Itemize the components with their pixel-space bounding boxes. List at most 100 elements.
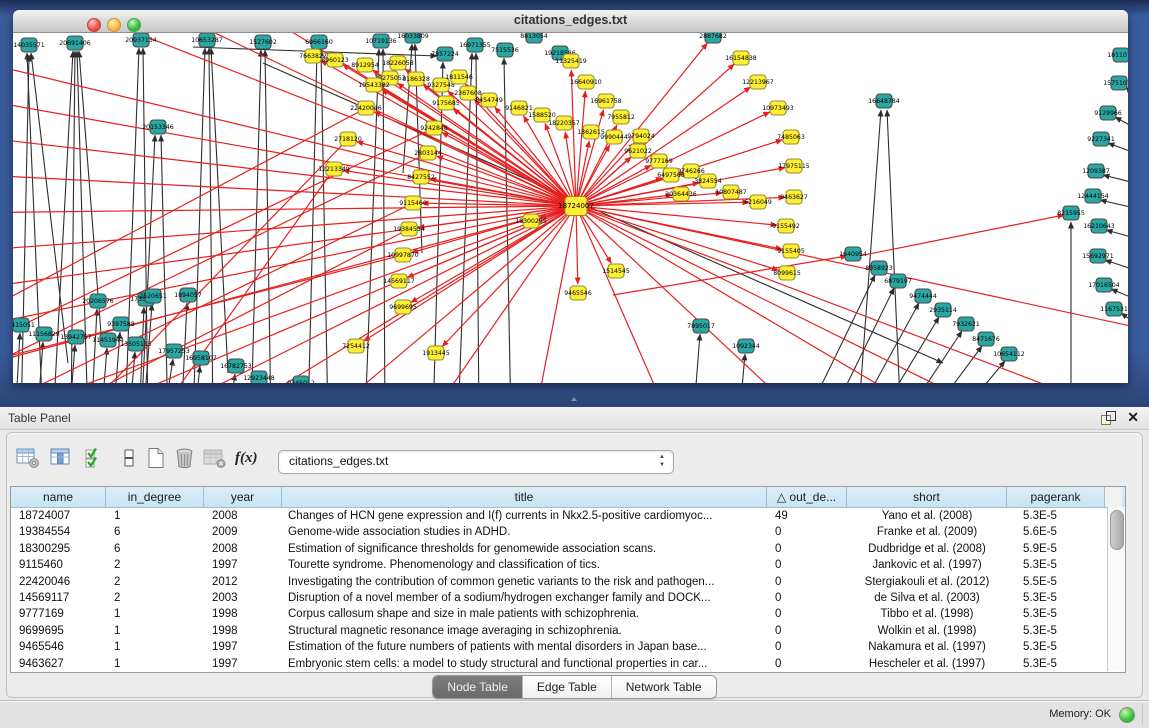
graph-node-label: 19384554: [393, 226, 425, 233]
table-cell: 0: [767, 524, 847, 540]
graph-node-label: 18226058: [382, 60, 414, 67]
status-bar: Memory: OK: [0, 700, 1149, 728]
graph-node-label: 12923448: [243, 375, 275, 382]
table-row[interactable]: 1830029562008Estimation of significance …: [11, 541, 1125, 557]
node-table-body: 1872400712008Changes of HCN gene express…: [11, 508, 1125, 672]
graph-edge: [1106, 230, 1128, 238]
column-header-year[interactable]: year: [204, 487, 282, 507]
table-select-dropdown[interactable]: citations_edges.txt ▲▼: [278, 450, 674, 474]
table-cell: 5.3E-5: [1007, 606, 1105, 622]
graph-node-label: 10654112: [993, 351, 1025, 358]
graph-node-label: 9155492: [772, 223, 800, 230]
table-row[interactable]: 946554611997Estimation of the future num…: [11, 639, 1125, 655]
column-header-pagerank[interactable]: pagerank: [1007, 487, 1105, 507]
tab-edge-table[interactable]: Edge Table: [523, 676, 612, 698]
function-builder-icon[interactable]: f(x): [235, 449, 265, 475]
float-panel-icon[interactable]: [1101, 411, 1115, 424]
graph-node-label: 3824554: [694, 178, 722, 185]
close-panel-icon[interactable]: ✕: [1127, 409, 1139, 426]
table-settings-icon[interactable]: [16, 447, 42, 473]
delete-table-icon[interactable]: [203, 447, 229, 473]
graph-node-label: 1894057: [174, 292, 202, 299]
graph-edge: [1105, 260, 1128, 270]
graph-node-label: 9474444: [909, 293, 937, 300]
graph-edge: [13, 53, 576, 206]
table-cell: 9465546: [11, 639, 106, 655]
column-header-in_degree[interactable]: in_degree: [106, 487, 204, 507]
graph-node-label: 17016504: [1088, 282, 1120, 289]
graph-node-label: 9242848: [420, 125, 448, 132]
network-window-titlebar[interactable]: citations_edges.txt: [13, 10, 1128, 33]
graph-node-label: 8454749: [475, 97, 503, 104]
column-header-short[interactable]: short: [847, 487, 1007, 507]
table-row[interactable]: 1938455462009Genome-wide association stu…: [11, 524, 1125, 540]
graph-node-label: 9465546: [564, 290, 592, 297]
graph-node-label: 8099615: [773, 270, 801, 277]
new-file-icon[interactable]: [145, 447, 171, 473]
table-tabs: Node TableEdge TableNetwork Table: [0, 675, 1149, 699]
table-row[interactable]: 969969511998Structural magnetic resonanc…: [11, 623, 1125, 639]
graph-node-label: 9155405: [777, 248, 805, 255]
graph-node-label: 16033809: [397, 33, 429, 40]
graph-node-label: 2367608: [454, 90, 482, 97]
graph-node-label: 1527602: [249, 39, 277, 46]
column-header-title[interactable]: title: [282, 487, 767, 507]
graph-node-label: 15692971: [1082, 253, 1114, 260]
graph-node-label: 18724007: [558, 202, 594, 210]
column-header-out_de[interactable]: △ out_de...: [767, 487, 847, 507]
row-height-icon[interactable]: [118, 447, 144, 473]
table-row[interactable]: 911546021997Tourette syndrome. Phenomeno…: [11, 557, 1125, 573]
graph-edge: [374, 112, 569, 203]
table-row[interactable]: 1456911722003Disruption of a novel membe…: [11, 590, 1125, 606]
trash-icon[interactable]: [173, 447, 199, 473]
table-cell: 5.5E-5: [1007, 574, 1105, 590]
table-scrollbar-thumb[interactable]: [1110, 510, 1124, 550]
table-cell: 1998: [204, 623, 282, 639]
table-row[interactable]: 1872400712008Changes of HCN gene express…: [11, 508, 1125, 524]
column-visibility-icon[interactable]: [50, 447, 76, 473]
column-header-name[interactable]: name: [11, 487, 106, 507]
graph-node-label: 11451944: [92, 337, 124, 344]
table-scrollbar[interactable]: [1107, 507, 1125, 671]
table-cell: 18300295: [11, 541, 106, 557]
table-row[interactable]: 2242004622012Investigating the contribut…: [11, 574, 1125, 590]
table-cell: 19384554: [11, 524, 106, 540]
graph-node-label: 1811074: [1107, 52, 1128, 59]
tab-network-table[interactable]: Network Table: [612, 676, 716, 698]
graph-edge: [901, 331, 962, 383]
table-cell: Jankovic et al. (1997): [847, 557, 1007, 573]
graph-node-label: 1167531: [1100, 306, 1128, 313]
table-row[interactable]: 977716911998Corpus callosum shape and si…: [11, 606, 1125, 622]
graph-edge: [584, 208, 779, 270]
graph-node-label: 11156829: [28, 331, 60, 338]
table-cell: 1: [106, 639, 204, 655]
graph-node-label: 16782753: [220, 363, 252, 370]
network-window[interactable]: citations_edges.txt 14035571206914062093…: [13, 10, 1128, 383]
table-cell: Franke et al. (2009): [847, 524, 1007, 540]
graph-node-label: 10973493: [762, 105, 794, 112]
panel-splitter-grip[interactable]: [569, 396, 579, 402]
selection-mode-icon[interactable]: [84, 447, 110, 473]
table-cell: Structural magnetic resonance image aver…: [282, 623, 767, 639]
graph-edge: [13, 128, 434, 363]
table-cell: Nakamura et al. (1997): [847, 639, 1007, 655]
network-graph[interactable]: 1403557120691406209371341065328715276026…: [13, 33, 1128, 383]
graph-node-label: 8912954: [351, 62, 379, 69]
table-cell: 5.3E-5: [1007, 590, 1105, 606]
graph-node-label: 7955812: [607, 114, 635, 121]
table-cell: 2003: [204, 590, 282, 606]
network-canvas[interactable]: 1403557120691406209371341065328715276026…: [13, 33, 1128, 383]
graph-node-label: 9175685: [432, 100, 460, 107]
graph-node-label: 16961758: [590, 98, 622, 105]
graph-node-label: 7857224: [431, 51, 459, 58]
graph-node-label: 12213967: [742, 79, 774, 86]
memory-ok-led-icon[interactable]: [1119, 707, 1135, 723]
table-cell: 22420046: [11, 574, 106, 590]
table-row[interactable]: 946362711997Embryonic stem cells: a mode…: [11, 656, 1125, 672]
graph-edge: [859, 215, 1064, 256]
tab-node-table[interactable]: Node Table: [433, 676, 523, 698]
table-cell: 2012: [204, 574, 282, 590]
graph-node-label: 9245012: [287, 380, 315, 383]
graph-node-label: 10997870: [387, 252, 419, 259]
graph-node-label: 6216049: [744, 199, 772, 206]
